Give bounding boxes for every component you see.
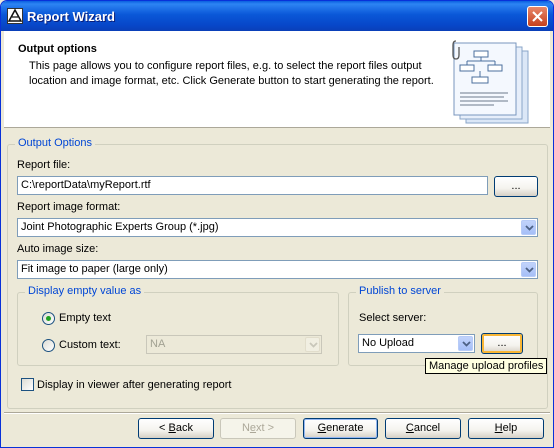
- image-format-label: Report image format:: [17, 201, 121, 213]
- display-in-viewer-checkbox[interactable]: [21, 378, 34, 391]
- server-value: No Upload: [362, 337, 414, 349]
- empty-value-group: [17, 292, 339, 366]
- magicdraw-icon: [7, 8, 23, 24]
- wizard-header: Output options This page allows you to c…: [4, 31, 550, 128]
- back-prefix: <: [159, 422, 169, 434]
- close-button[interactable]: [527, 6, 548, 27]
- cancel-mnemonic: C: [405, 422, 414, 434]
- report-wizard-window: Report Wizard Output options This page a…: [0, 0, 554, 448]
- cancel-label-rest: ancel: [413, 422, 441, 434]
- browse-report-file-button[interactable]: ...: [494, 176, 538, 197]
- next-prefix: N: [241, 422, 250, 434]
- footer-separator: [4, 412, 550, 414]
- server-select[interactable]: No Upload: [358, 334, 475, 353]
- publish-legend: Publish to server: [356, 285, 444, 297]
- dropdown-arrow[interactable]: [521, 220, 536, 235]
- chevron-down-icon: [525, 225, 534, 231]
- next-button[interactable]: Next >: [220, 418, 296, 439]
- display-in-viewer-label[interactable]: Display in viewer after generating repor…: [37, 379, 231, 391]
- next-label-rest: xt >: [256, 422, 275, 434]
- generate-button[interactable]: Generate: [303, 418, 378, 439]
- help-label-rest: elp: [502, 422, 518, 434]
- help-button[interactable]: Help: [468, 418, 544, 439]
- custom-text-value: NA: [150, 338, 166, 350]
- back-label-rest: ack: [175, 422, 193, 434]
- page-title: Output options: [18, 43, 97, 55]
- back-mnemonic: B: [168, 422, 176, 434]
- page-description: This page allows you to configure report…: [29, 60, 434, 87]
- manage-upload-profiles-tooltip: Manage upload profiles: [425, 358, 548, 374]
- chevron-down-icon: [309, 342, 318, 348]
- chevron-down-icon: [462, 341, 471, 347]
- report-file-field[interactable]: C:\reportData\myReport.rtf: [17, 176, 488, 195]
- image-format-select[interactable]: Joint Photographic Experts Group (*.jpg): [17, 218, 538, 237]
- cancel-button[interactable]: Cancel: [385, 418, 461, 439]
- dropdown-arrow[interactable]: [305, 337, 320, 352]
- empty-text-radio[interactable]: [42, 312, 55, 325]
- auto-image-size-value: Fit image to paper (large only): [21, 263, 168, 275]
- output-options-legend: Output Options: [15, 137, 95, 149]
- dropdown-arrow[interactable]: [458, 336, 473, 351]
- select-server-label: Select server:: [359, 312, 427, 324]
- chevron-down-icon: [525, 267, 534, 273]
- radio-selected-dot: [46, 316, 51, 321]
- close-icon: [532, 11, 543, 22]
- help-mnemonic: H: [494, 422, 503, 434]
- empty-value-legend: Display empty value as: [25, 285, 145, 297]
- auto-image-size-select[interactable]: Fit image to paper (large only): [17, 260, 538, 279]
- empty-text-label[interactable]: Empty text: [59, 312, 111, 324]
- custom-text-select[interactable]: NA: [146, 335, 322, 354]
- manage-upload-profiles-button[interactable]: ...: [481, 333, 523, 354]
- publish-group: [348, 292, 538, 366]
- dropdown-arrow[interactable]: [521, 262, 536, 277]
- custom-text-radio[interactable]: [42, 339, 55, 352]
- generate-mnemonic: G: [317, 422, 327, 434]
- window-title: Report Wizard: [27, 9, 115, 24]
- auto-image-size-label: Auto image size:: [17, 243, 99, 255]
- back-button[interactable]: < Back: [138, 418, 214, 439]
- custom-text-label[interactable]: Custom text:: [59, 339, 121, 351]
- generate-label-rest: enerate: [326, 422, 364, 434]
- image-format-value: Joint Photographic Experts Group (*.jpg): [21, 221, 219, 233]
- title-bar[interactable]: Report Wizard: [1, 1, 553, 31]
- report-documents-icon: [452, 40, 529, 124]
- report-file-label: Report file:: [17, 159, 71, 171]
